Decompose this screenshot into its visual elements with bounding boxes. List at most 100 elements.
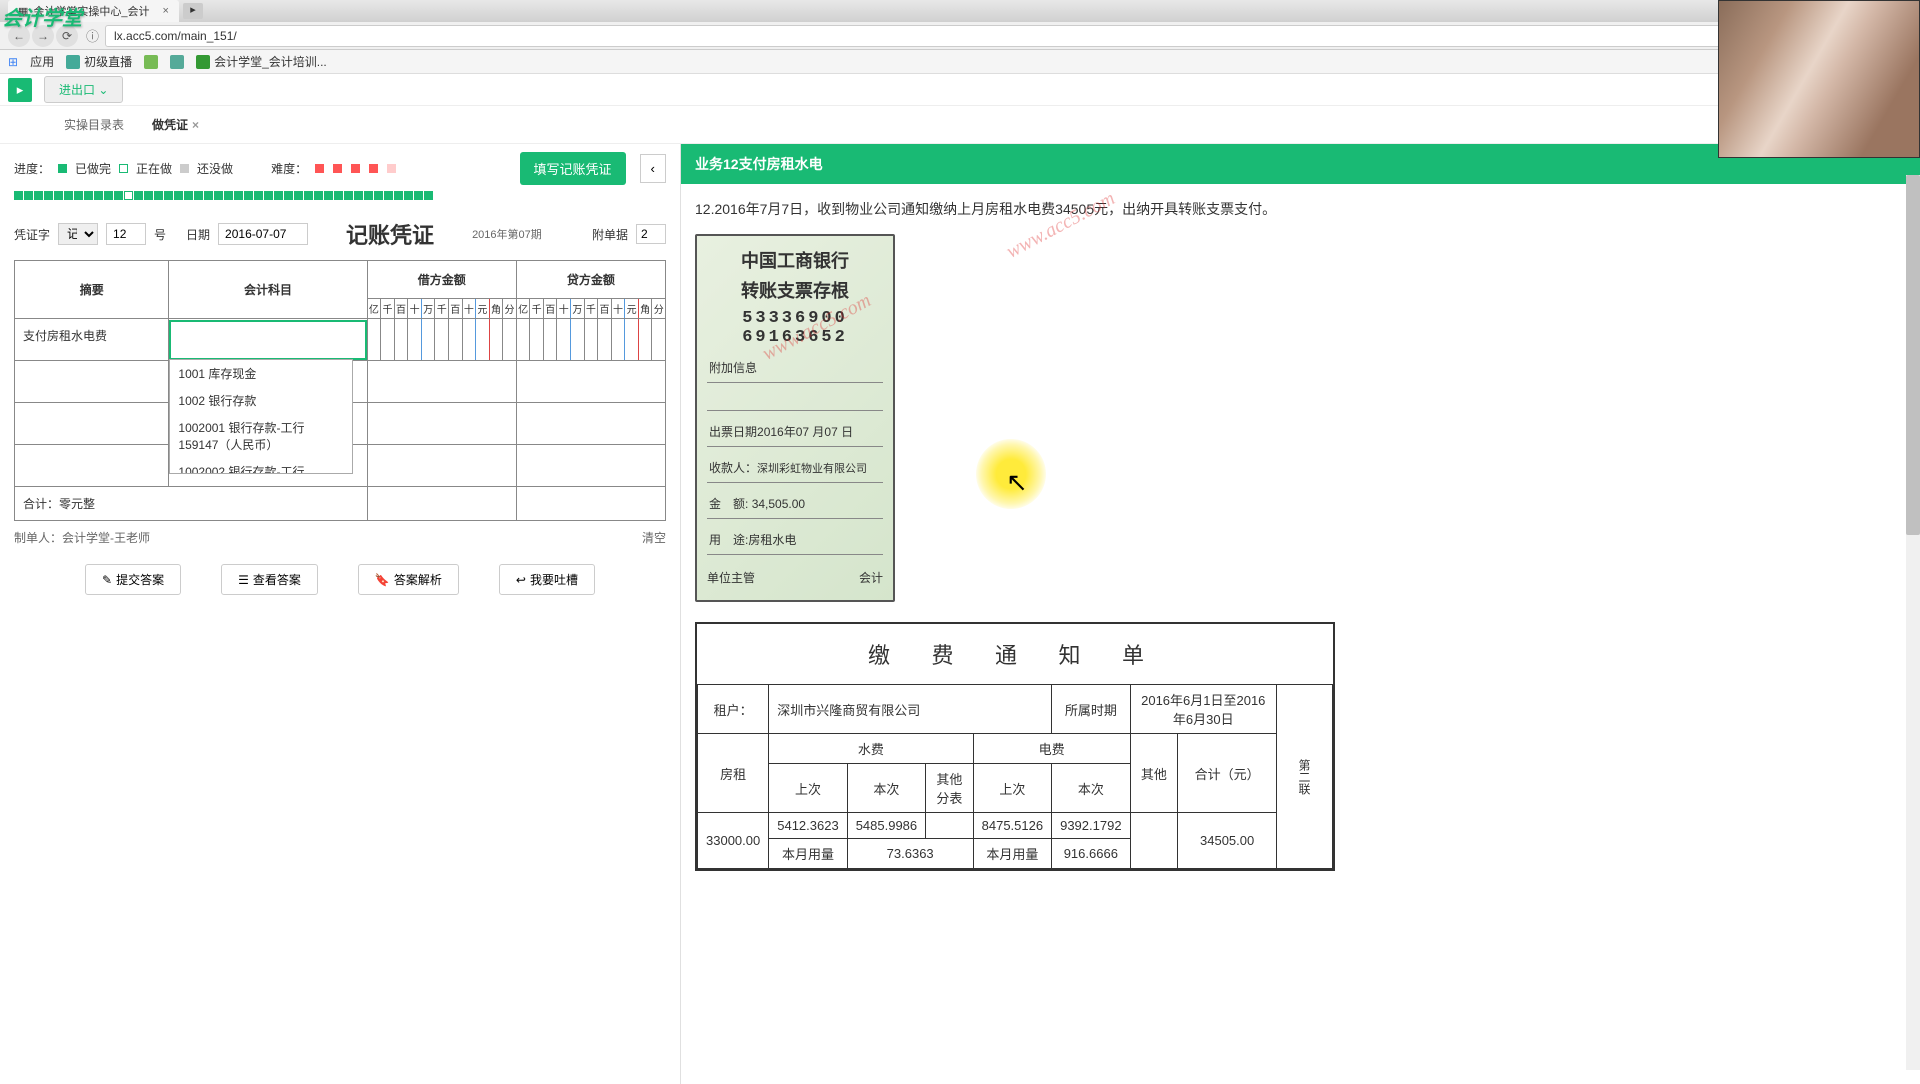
- difficulty-icon: [333, 164, 342, 173]
- prev-task-button[interactable]: ‹: [640, 154, 666, 183]
- attach-label: 附单据: [592, 226, 628, 243]
- fill-voucher-button[interactable]: 填写记账凭证: [520, 152, 626, 185]
- difficulty-icon: [369, 164, 378, 173]
- notice-title: 缴 费 通 知 单: [697, 624, 1333, 684]
- task-content: 12.2016年7月7日，收到物业公司通知缴纳上月房租水电费34505元，出纳开…: [681, 184, 1920, 1084]
- subject-option[interactable]: 1002 银行存款: [170, 387, 352, 414]
- bookmark-item[interactable]: 应用: [30, 53, 54, 70]
- cheque-accountant: 会计: [859, 569, 883, 586]
- elec-curr: 9392.1792: [1052, 813, 1130, 839]
- cheque-bank: 中国工商银行: [707, 250, 883, 273]
- close-icon[interactable]: ×: [163, 5, 169, 17]
- bookmarks-bar: ⊞ 应用 初级直播 会计学堂_会计培训...: [0, 50, 1920, 74]
- prev-header: 上次: [769, 764, 847, 813]
- scroll-thumb[interactable]: [1906, 175, 1920, 535]
- analysis-button[interactable]: 🔖答案解析: [358, 564, 459, 595]
- total-value: 34505.00: [1178, 813, 1277, 869]
- col-credit: 贷方金额: [516, 261, 665, 299]
- date-label: 日期: [186, 226, 210, 243]
- list-icon: ☰: [238, 573, 249, 587]
- edit-icon: ✎: [102, 573, 112, 587]
- progress-legend: 进度： 已做完 正在做 还没做 难度： 填写记账凭证 ‹: [14, 152, 666, 185]
- amount-digit[interactable]: [367, 319, 381, 361]
- voucher-meta-row: 凭证字 记 号 日期 记账凭证 2016年第07期 附单据: [14, 218, 666, 250]
- subject-dropdown[interactable]: 1001 库存现金 1002 银行存款 1002001 银行存款-工行15914…: [169, 359, 353, 474]
- bookmark-favicon: [66, 55, 80, 69]
- cheque-manager: 单位主管: [707, 569, 755, 586]
- subject-cell[interactable]: 1001 库存现金 1002 银行存款 1002001 银行存款-工行15914…: [169, 319, 367, 361]
- close-icon[interactable]: ×: [192, 118, 199, 132]
- scrollbar[interactable]: [1906, 175, 1920, 1070]
- summary-cell[interactable]: 支付房租水电费: [15, 319, 169, 361]
- cheque-number: 69163652: [707, 328, 883, 347]
- chevron-down-icon: ⌄: [98, 83, 108, 97]
- action-buttons: ✎提交答案 ☰查看答案 🔖答案解析 ↩我要吐槽: [14, 564, 666, 595]
- view-answer-button[interactable]: ☰查看答案: [221, 564, 318, 595]
- summary-cell[interactable]: [15, 361, 169, 403]
- cheque-date: 出票日期2016年07 月07 日: [707, 417, 883, 447]
- elec-usage: 916.6666: [1052, 839, 1130, 869]
- col-subject: 会计科目: [169, 261, 367, 319]
- water-prev: 5412.3623: [769, 813, 847, 839]
- address-bar: ← → ⟳ ⓘ lx.acc5.com/main_151/: [0, 22, 1920, 50]
- browser-tabstrip: ▦ 会计学堂实操中心_会计 × ▸: [0, 0, 1920, 22]
- copy-label: 第二联: [1276, 685, 1332, 869]
- new-tab-button[interactable]: ▸: [183, 3, 203, 19]
- summary-cell[interactable]: [15, 403, 169, 445]
- maker-row: 制单人：会计学堂-王老师 清空: [14, 529, 666, 546]
- subject-option[interactable]: 1002001 银行存款-工行159147（人民币）: [170, 414, 352, 458]
- water-curr: 5485.9986: [847, 813, 925, 839]
- legend-undone-icon: [180, 164, 189, 173]
- bookmark-favicon: [144, 55, 158, 69]
- reply-icon: ↩: [516, 573, 526, 587]
- bookmark-favicon: [196, 55, 210, 69]
- difficulty-icon: [315, 164, 324, 173]
- curr-header: 本次: [847, 764, 925, 813]
- subject-option[interactable]: 1001 库存现金: [170, 360, 352, 387]
- app-header: ▸ 进出口 ⌄ 会计学堂-王老师（SVIP会: [0, 74, 1920, 106]
- bookmark-item[interactable]: [170, 55, 184, 69]
- cursor-icon: ↖: [1006, 467, 1028, 498]
- subject-option[interactable]: 1002002 银行存款-工行258963（美: [170, 458, 352, 474]
- apps-icon[interactable]: ⊞: [8, 55, 18, 69]
- rent-value: 33000.00: [698, 813, 769, 869]
- tag-icon: 🔖: [375, 573, 390, 587]
- feedback-button[interactable]: ↩我要吐槽: [499, 564, 595, 595]
- cheque-amount: 金 额: 34,505.00: [707, 489, 883, 519]
- url-field[interactable]: lx.acc5.com/main_151/: [105, 25, 1912, 47]
- cheque-number: 53336900: [707, 309, 883, 328]
- tab-voucher[interactable]: 做凭证×: [138, 110, 213, 139]
- bookmark-item[interactable]: [144, 55, 158, 69]
- webcam-overlay: [1718, 0, 1920, 158]
- cheque-purpose: 用 途:房租水电: [707, 525, 883, 555]
- progress-bar[interactable]: [14, 191, 666, 200]
- voucher-period: 2016年第07期: [472, 226, 542, 242]
- info-icon[interactable]: ⓘ: [86, 26, 99, 45]
- submit-answer-button[interactable]: ✎提交答案: [85, 564, 181, 595]
- voucher-title: 记账凭证: [346, 218, 434, 250]
- category-dropdown[interactable]: 进出口 ⌄: [44, 76, 123, 103]
- payment-notice-document: www.acc5.com 缴 费 通 知 单 租户： 深圳市兴隆商贸有限公司 所…: [695, 622, 1335, 871]
- cheque-extra-value: [707, 389, 883, 411]
- other-header: 其他: [1130, 734, 1178, 813]
- attach-count-input[interactable]: [636, 224, 666, 244]
- summary-cell[interactable]: [15, 445, 169, 487]
- period-value: 2016年6月1日至2016年6月30日: [1130, 685, 1276, 734]
- tab-directory[interactable]: 实操目录表: [50, 110, 138, 139]
- elec-prev: 8475.5126: [973, 813, 1051, 839]
- bookmark-item[interactable]: 初级直播: [66, 53, 132, 70]
- voucher-type-select[interactable]: 记: [58, 223, 98, 245]
- prev-header: 上次: [973, 764, 1051, 813]
- voucher-date-input[interactable]: [218, 223, 308, 245]
- water-usage: 73.6363: [847, 839, 973, 869]
- voucher-number-input[interactable]: [106, 223, 146, 245]
- rent-header: 房租: [698, 734, 769, 813]
- clear-link[interactable]: 清空: [642, 529, 666, 546]
- bookmark-item[interactable]: 会计学堂_会计培训...: [196, 53, 327, 70]
- task-description: 12.2016年7月7日，收到物业公司通知缴纳上月房租水电费34505元，出纳开…: [695, 198, 1906, 220]
- subject-input[interactable]: [169, 320, 366, 360]
- cheque-stub-document: www.acc5.com 中国工商银行 转账支票存根 53336900 6916…: [695, 234, 895, 602]
- sidebar-toggle-button[interactable]: ▸: [8, 78, 32, 102]
- voucher-panel: 进度： 已做完 正在做 还没做 难度： 填写记账凭证 ‹ 凭证字 记 号 日期 …: [0, 144, 680, 1084]
- usage-label: 本月用量: [973, 839, 1051, 869]
